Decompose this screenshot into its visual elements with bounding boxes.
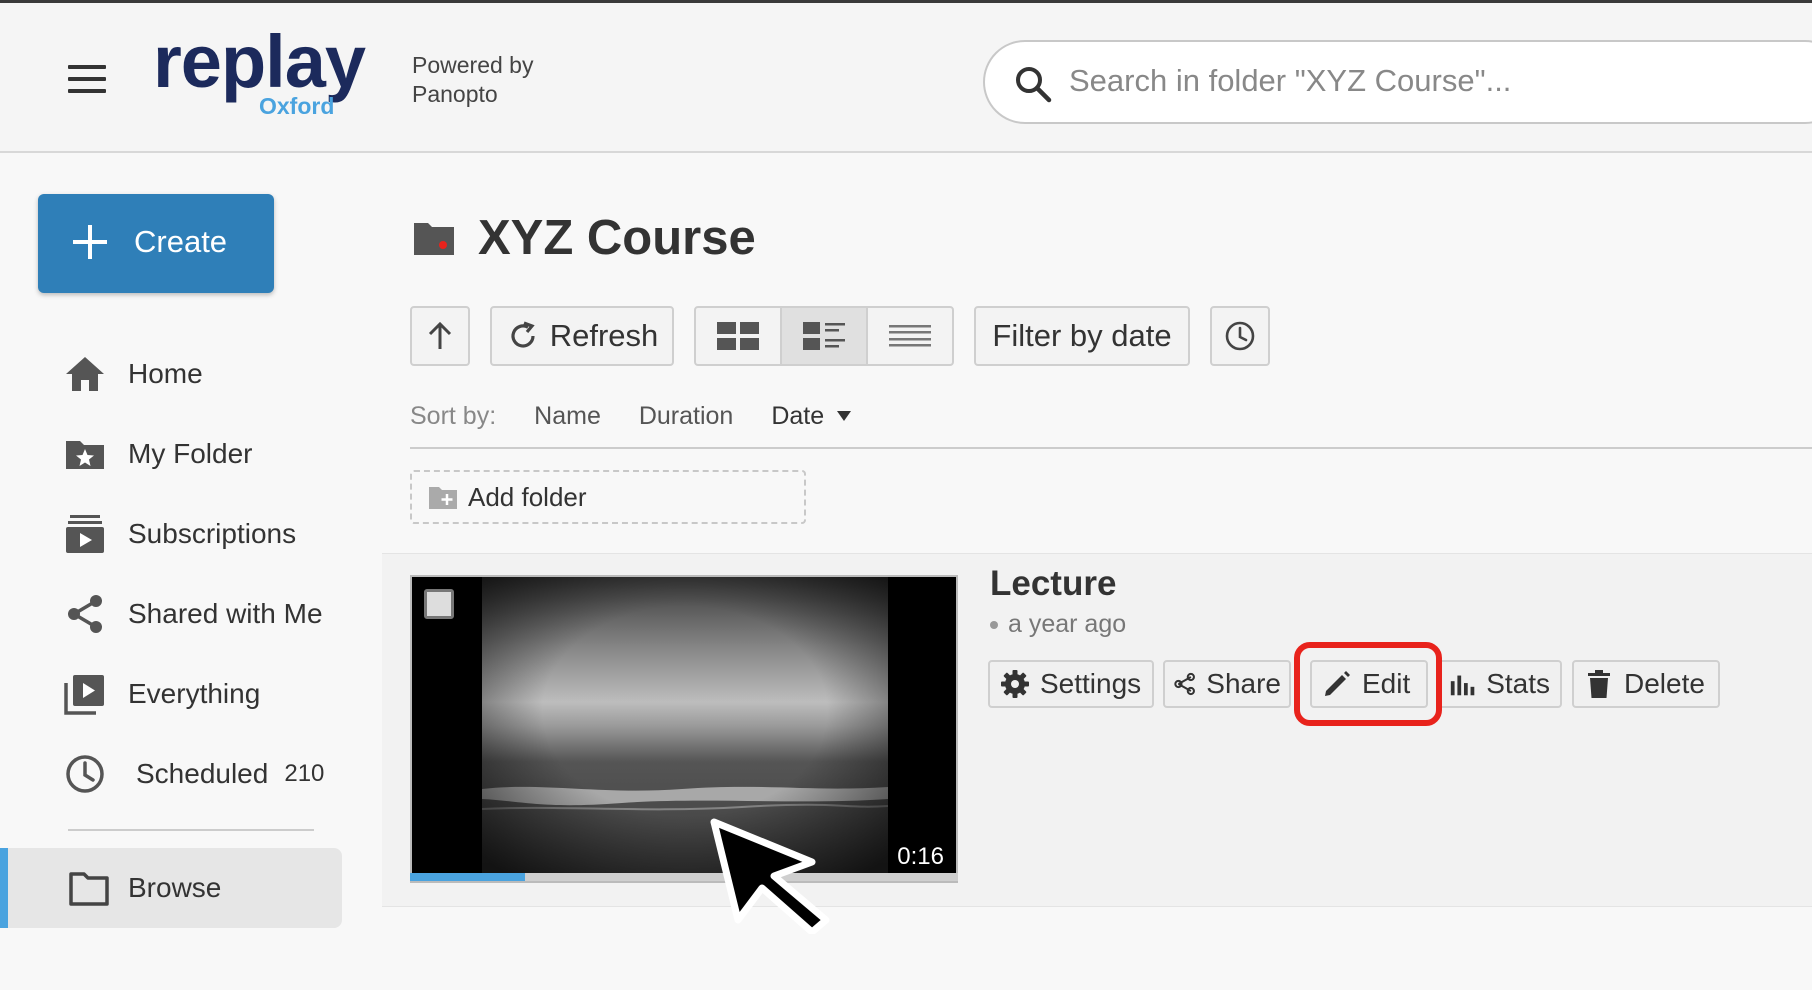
powered-by-line2: Panopto (412, 81, 498, 107)
divider (410, 447, 1812, 449)
star-folder-icon (66, 441, 104, 469)
edit-highlight-box (1294, 642, 1442, 726)
folder-icon (414, 223, 454, 255)
sidebar-item-label: Shared with Me (128, 598, 323, 629)
sidebar-divider (68, 829, 314, 831)
sidebar-item-home[interactable]: Home (64, 349, 203, 399)
settings-label: Settings (1040, 668, 1142, 699)
session-age: a year ago (1008, 610, 1127, 638)
stats-button[interactable]: Stats (1438, 660, 1562, 708)
sidebar-item-subscriptions[interactable]: Subscriptions (64, 509, 296, 559)
share-icon (68, 595, 102, 633)
bar-chart-icon (1450, 675, 1475, 696)
session-title[interactable]: Lecture (990, 564, 1116, 604)
replay-logo[interactable]: replay Oxford (153, 25, 383, 125)
refresh-icon (511, 321, 535, 348)
sidebar-item-label: Scheduled (136, 758, 269, 789)
sidebar-item-label: Everything (128, 678, 261, 709)
home-icon (66, 357, 104, 391)
create-label: Create (134, 224, 228, 259)
plus-icon (73, 225, 107, 259)
sort-option-duration[interactable]: Duration (639, 402, 734, 431)
share-button[interactable]: Share (1163, 660, 1291, 708)
logo-subtitle: Oxford (259, 93, 335, 119)
sidebar-item-browse[interactable]: Browse (0, 848, 342, 928)
trash-icon (1588, 670, 1610, 698)
sort-bar: Sort by: Name Duration Date (410, 398, 852, 434)
search-icon (1016, 67, 1052, 103)
stats-label: Stats (1486, 668, 1550, 699)
play-library-icon (64, 675, 104, 715)
gear-icon (1001, 670, 1029, 698)
clock-icon (1225, 321, 1255, 351)
sidebar-item-label: Browse (128, 872, 222, 903)
share-icon (1174, 672, 1195, 696)
page-title: XYZ Course (412, 208, 756, 268)
subscriptions-icon (66, 515, 104, 553)
list-view-icon (889, 325, 931, 347)
view-detail-button[interactable] (782, 308, 868, 364)
clock-icon (66, 755, 104, 793)
sidebar-item-shared-with-me[interactable]: Shared with Me (64, 589, 323, 639)
refresh-button[interactable]: Refresh (490, 306, 674, 366)
view-mode-toggle (694, 306, 954, 366)
top-header: replay Oxford Powered by Panopto (0, 3, 1812, 153)
up-folder-button[interactable] (410, 306, 470, 366)
watch-progress-bar (410, 873, 958, 881)
share-label: Share (1206, 668, 1281, 699)
search-input[interactable] (1067, 58, 1771, 104)
refresh-label: Refresh (549, 318, 659, 353)
view-list-button[interactable] (868, 308, 952, 364)
sidebar-item-label: My Folder (128, 438, 253, 469)
sidebar-item-scheduled[interactable]: Scheduled 210 (64, 749, 324, 799)
delete-label: Delete (1624, 668, 1705, 699)
add-folder-button[interactable]: Add folder (410, 470, 806, 524)
filter-by-date-button[interactable]: Filter by date (974, 306, 1190, 366)
sidebar-item-everything[interactable]: Everything (64, 669, 260, 719)
arrow-up-icon (428, 321, 452, 349)
settings-button[interactable]: Settings (988, 660, 1154, 708)
caret-down-icon (837, 411, 852, 421)
history-button[interactable] (1210, 306, 1270, 366)
add-folder-icon (429, 487, 457, 509)
powered-by-line1: Powered by (412, 52, 534, 78)
sidebar-item-my-folder[interactable]: My Folder (64, 429, 252, 479)
sort-option-name[interactable]: Name (534, 402, 601, 431)
duration-label: 0:16 (897, 843, 944, 870)
logo-wordmark: replay (153, 20, 366, 103)
bullet-dot (990, 621, 998, 630)
detail-view-icon (803, 322, 845, 350)
filter-by-date-label: Filter by date (992, 318, 1172, 353)
create-button[interactable]: Create (38, 194, 274, 293)
search-box[interactable] (983, 40, 1812, 124)
hamburger-menu-icon[interactable] (68, 65, 106, 93)
add-folder-label: Add folder (468, 481, 587, 512)
view-thumbnail-button[interactable] (696, 308, 782, 364)
watch-progress-fill (410, 873, 526, 881)
sort-label: Sort by: (410, 401, 497, 430)
scheduled-count: 210 (284, 760, 325, 787)
select-checkbox[interactable] (424, 589, 454, 619)
powered-by-text: Powered by Panopto (412, 51, 533, 109)
session-date: a year ago (990, 610, 1126, 639)
folder-name: XYZ Course (478, 211, 756, 265)
folder-icon (69, 872, 109, 906)
sort-option-date-label: Date (771, 401, 825, 430)
sort-option-date[interactable]: Date (771, 402, 852, 431)
session-thumbnail[interactable]: 0:16 (410, 575, 958, 883)
mouse-pointer-icon (710, 818, 830, 934)
delete-button[interactable]: Delete (1572, 660, 1720, 708)
sidebar-item-label: Subscriptions (128, 518, 297, 549)
sidebar-item-label: Home (128, 358, 203, 389)
grid-view-icon (717, 322, 759, 350)
